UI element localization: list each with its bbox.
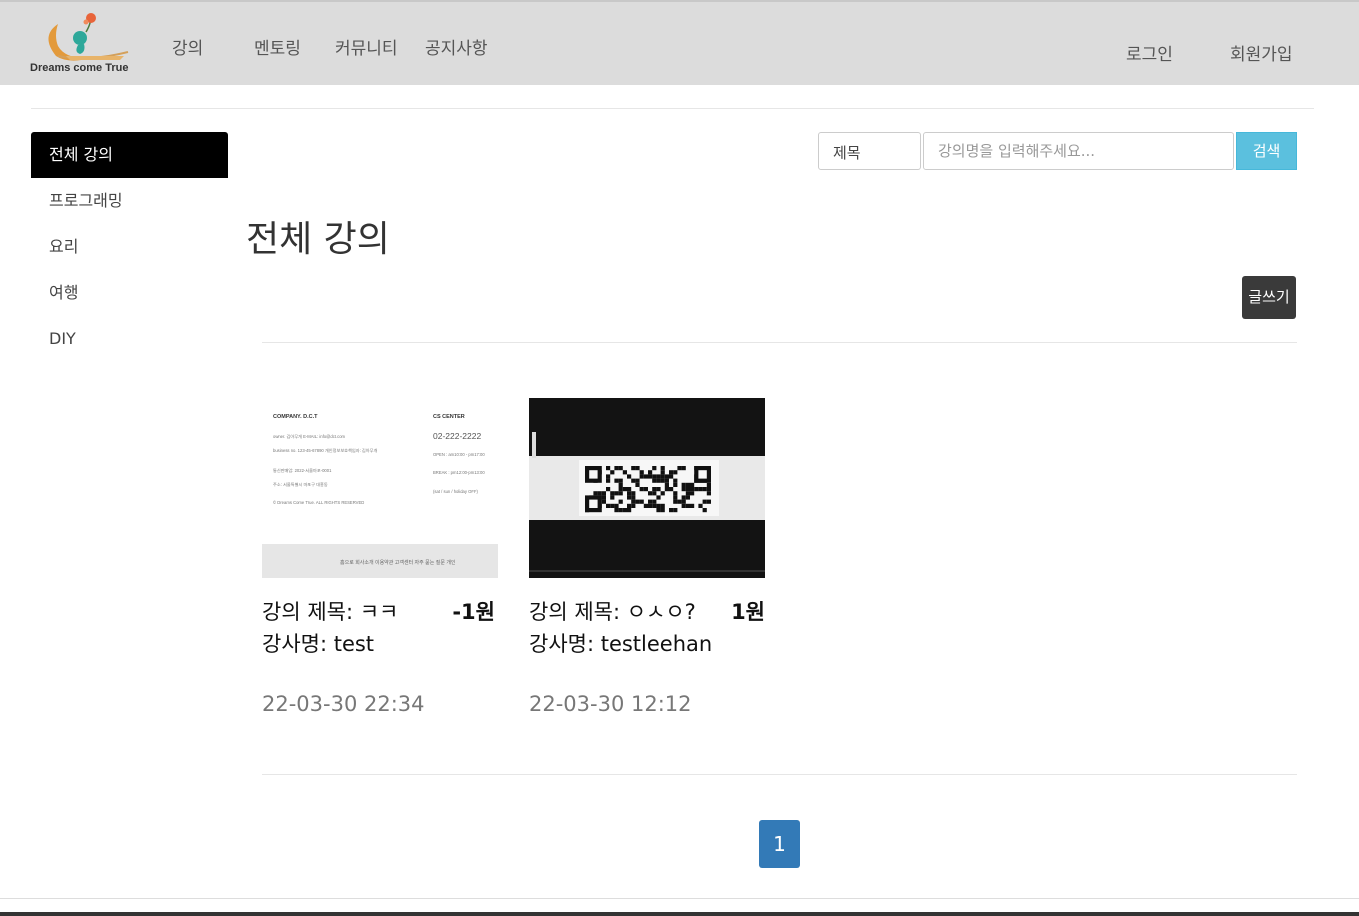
lecture-title-row: 강의 제목: ㅋㅋ -1원 — [262, 596, 498, 628]
lecture-thumbnail[interactable] — [529, 398, 765, 578]
footer-strip — [0, 912, 1359, 916]
thumb-line1: owner. 김아무개 E-MAIL: info@dct.com — [273, 433, 346, 440]
lecture-date: 22-03-30 22:34 — [262, 692, 425, 716]
thumb-company: COMPANY. D.C.T — [273, 414, 318, 420]
sidebar-item-all-lectures[interactable]: 전체 강의 — [31, 132, 228, 178]
nav-notice[interactable]: 공지사항 — [425, 34, 488, 59]
thumb-cs-center: CS CENTER — [433, 414, 465, 420]
lecture-date: 22-03-30 12:12 — [529, 692, 692, 716]
lecture-title: 강의 제목: ㅇㅅㅇ? — [529, 600, 696, 624]
thumb-line3: 통신판매업: 2022-서울마포-0001 — [273, 467, 332, 474]
header-divider — [31, 108, 1314, 109]
sidebar-item-diy[interactable]: DIY — [31, 316, 228, 362]
lecture-title: 강의 제목: ㅋㅋ — [262, 600, 399, 624]
sidebar-item-travel[interactable]: 여행 — [31, 270, 228, 316]
thumb-off: (sat / sun / holiday OFF) — [433, 489, 479, 494]
lecture-price: -1원 — [452, 600, 495, 624]
sidebar-item-programming[interactable]: 프로그래밍 — [31, 178, 228, 224]
qr-code-screenshot-image — [529, 398, 765, 578]
thumb-footer-links: 홈으로 회사소개 이용약관 고객센터 자주 묻는 질문 개인 — [340, 559, 456, 566]
dreams-come-true-logo[interactable]: Dreams come True — [28, 12, 148, 78]
list-bottom-divider — [262, 774, 1297, 775]
thumb-line2: business no. 123-45-67890 개인정보보호책임자: 김아무… — [273, 447, 377, 454]
lecture-author: 강사명: testleehan — [529, 632, 713, 656]
lecture-title-row: 강의 제목: ㅇㅅㅇ? 1원 — [529, 596, 765, 628]
thumb-open: OPEN : am10:00 - pm17:00 — [433, 452, 485, 457]
page-title: 전체 강의 — [246, 219, 390, 260]
thumb-copyright: © Dreams Come True. ALL RIGHTS RESERVED — [273, 500, 364, 505]
thumb-line4: 주소: 서울특별시 마포구 대흥동 — [273, 481, 328, 488]
thumb-phone: 02-222-2222 — [433, 431, 481, 441]
footer-screenshot-image: COMPANY. D.C.T owner. 김아무개 E-MAIL: info@… — [262, 398, 498, 578]
lecture-card[interactable]: COMPANY. D.C.T owner. 김아무개 E-MAIL: info@… — [262, 398, 498, 716]
logo-icon — [48, 13, 129, 61]
top-navbar: Dreams come True 강의 멘토링 커뮤니티 공지사항 로그인 회원… — [0, 0, 1359, 85]
thumb-break: BREAK : pm12:00-pm13:00 — [433, 470, 485, 475]
search-type-select[interactable]: 제목 — [818, 132, 921, 170]
list-top-divider — [262, 342, 1297, 343]
login-link[interactable]: 로그인 — [1126, 40, 1173, 65]
lecture-thumbnail[interactable]: COMPANY. D.C.T owner. 김아무개 E-MAIL: info@… — [262, 398, 498, 578]
lecture-card[interactable]: 강의 제목: ㅇㅅㅇ? 1원 강사명: testleehan 22-03-30 … — [529, 398, 765, 716]
footer-divider — [0, 898, 1359, 899]
write-button[interactable]: 글쓰기 — [1242, 276, 1296, 319]
lecture-author: 강사명: test — [262, 632, 375, 656]
pagination-page-1[interactable]: 1 — [759, 820, 800, 868]
nav-community[interactable]: 커뮤니티 — [335, 34, 398, 59]
category-sidebar: 전체 강의 프로그래밍 요리 여행 DIY — [31, 132, 228, 362]
logo-text: Dreams come True — [30, 62, 129, 74]
lecture-price: 1원 — [731, 600, 765, 624]
nav-lecture[interactable]: 강의 — [172, 34, 203, 59]
search-input[interactable] — [923, 132, 1234, 170]
search-button[interactable]: 검색 — [1236, 132, 1297, 170]
sidebar-item-cooking[interactable]: 요리 — [31, 224, 228, 270]
nav-mentoring[interactable]: 멘토링 — [254, 34, 301, 59]
signup-link[interactable]: 회원가입 — [1230, 40, 1293, 65]
